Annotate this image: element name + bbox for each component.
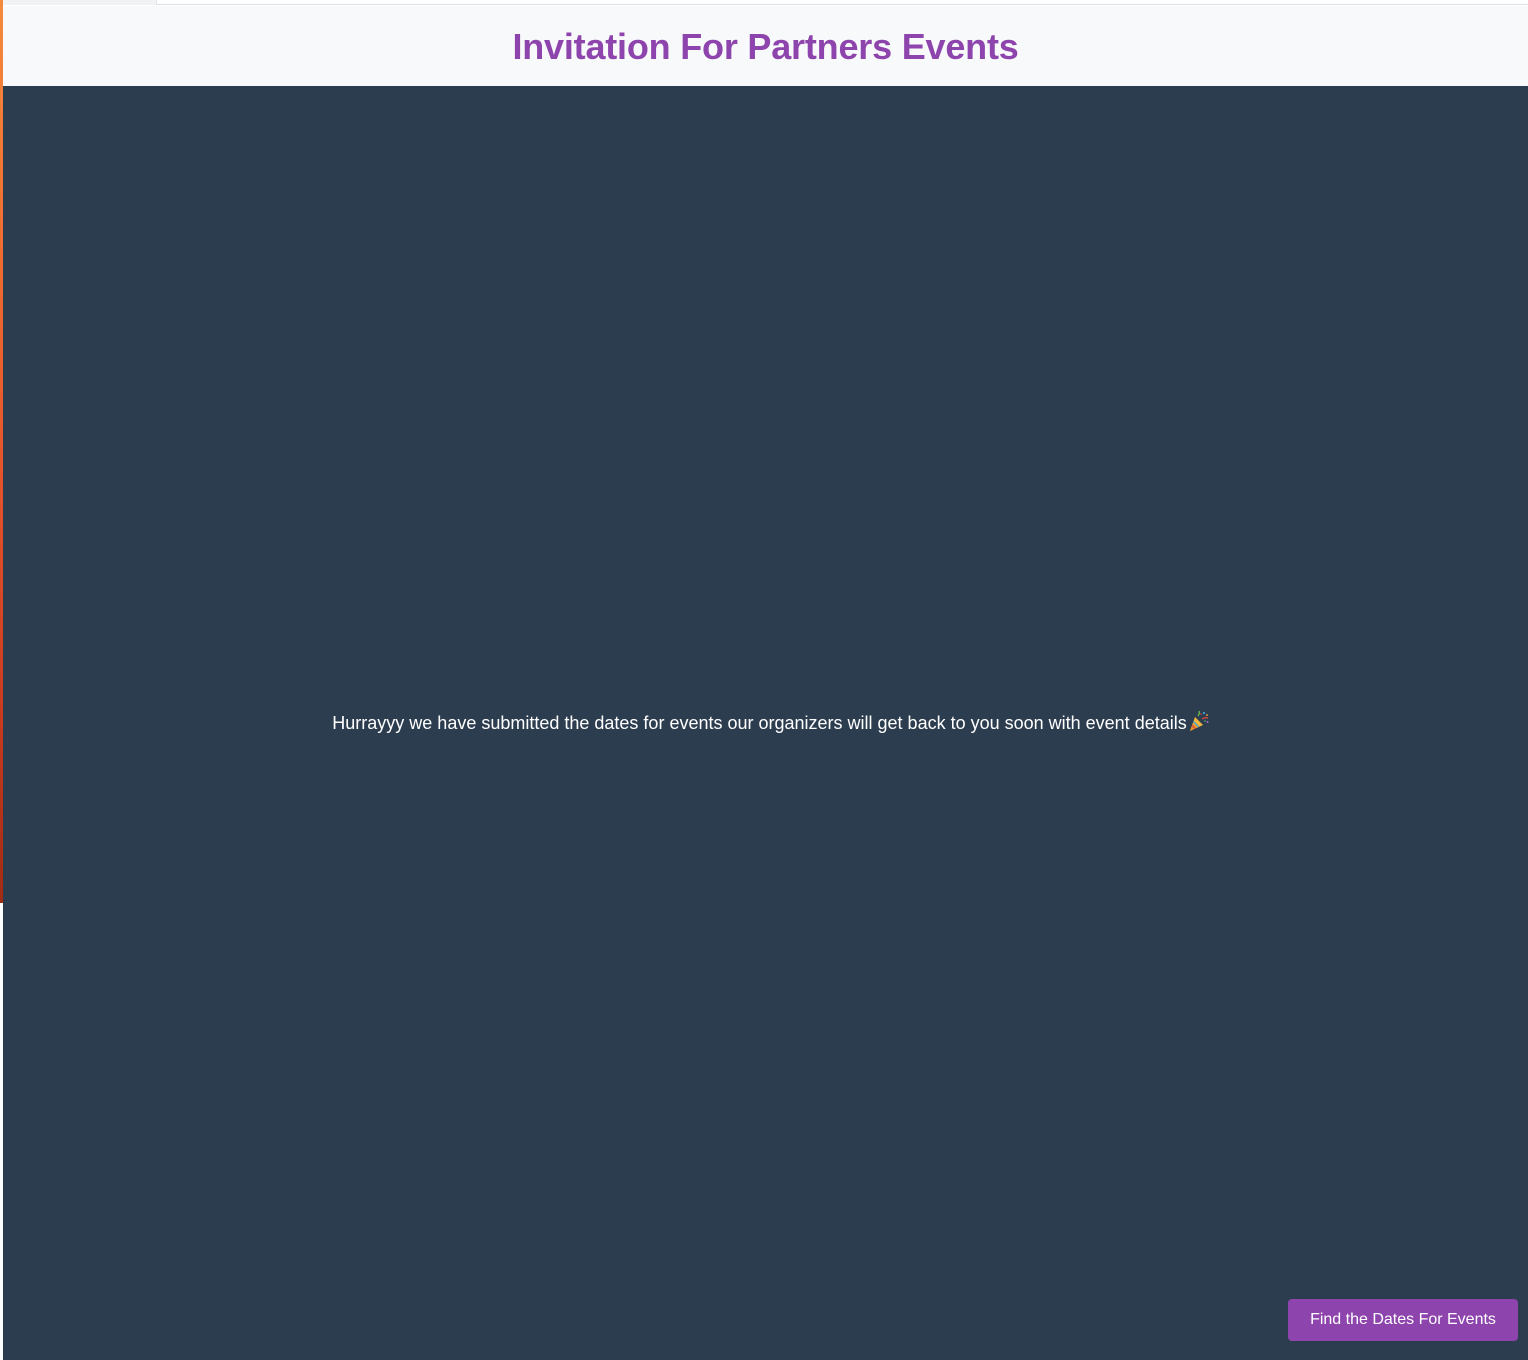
page-header: Invitation For Partners Events — [3, 6, 1528, 86]
party-popper-icon — [1188, 710, 1210, 732]
tab-stub — [3, 0, 157, 5]
main-content: Hurrayyy we have submitted the dates for… — [3, 86, 1528, 1360]
confirmation-message: Hurrayyy we have submitted the dates for… — [3, 710, 1528, 735]
page-title: Invitation For Partners Events — [512, 26, 1019, 67]
find-dates-button[interactable]: Find the Dates For Events — [1288, 1299, 1518, 1341]
top-bar — [3, 0, 1528, 5]
page: Invitation For Partners Events Hurrayyy … — [0, 0, 1528, 1360]
confirmation-message-text: Hurrayyy we have submitted the dates for… — [332, 713, 1187, 733]
